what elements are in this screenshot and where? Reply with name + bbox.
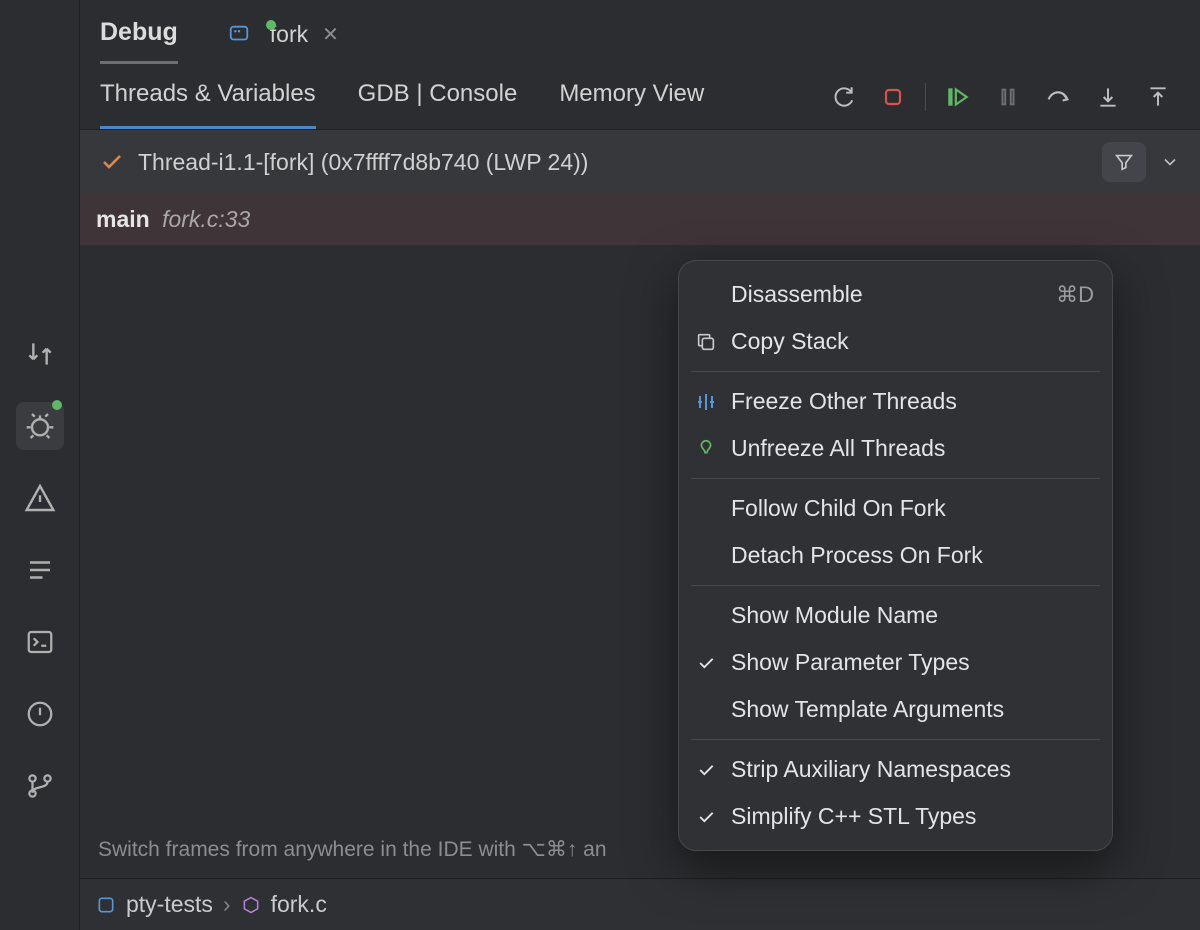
breadcrumb-separator: › <box>223 891 231 918</box>
filter-icon <box>1113 151 1135 173</box>
frame-row[interactable]: main fork.c:33 <box>80 194 1200 245</box>
unfreeze-icon <box>693 436 719 462</box>
breadcrumb-file[interactable]: fork.c <box>271 891 327 918</box>
menu-item-label: Follow Child On Fork <box>731 495 946 522</box>
sidebar-warning-icon[interactable] <box>16 474 64 522</box>
menu-item-label: Simplify C++ STL Types <box>731 803 976 830</box>
menu-item-strip-auxiliary-namespaces[interactable]: Strip Auxiliary Namespaces <box>679 746 1112 793</box>
menu-item-label: Strip Auxiliary Namespaces <box>731 756 1011 783</box>
menu-item-simplify-c-stl-types[interactable]: Simplify C++ STL Types <box>679 793 1112 840</box>
step-into-button[interactable] <box>1090 79 1126 115</box>
menu-item-disassemble[interactable]: Disassemble ⌘D <box>679 271 1112 318</box>
active-indicator-dot <box>52 400 62 410</box>
menu-item-label: Copy Stack <box>731 328 849 355</box>
breadcrumb-project[interactable]: pty-tests <box>126 891 213 918</box>
sidebar-terminal-icon[interactable] <box>16 618 64 666</box>
resume-button[interactable] <box>940 79 976 115</box>
rerun-button[interactable] <box>825 79 861 115</box>
pause-button[interactable] <box>990 79 1026 115</box>
stop-button[interactable] <box>875 79 911 115</box>
chevron-down-icon[interactable] <box>1160 152 1180 172</box>
hint-text: Switch frames from anywhere in the IDE w… <box>98 837 607 862</box>
menu-item-label: Disassemble <box>731 281 863 308</box>
close-icon[interactable]: ✕ <box>322 22 339 47</box>
filter-button[interactable] <box>1102 142 1146 182</box>
sidebar-swap-icon[interactable] <box>16 330 64 378</box>
menu-item-label: Show Module Name <box>731 602 938 629</box>
tab-memory-view[interactable]: Memory View <box>559 64 704 129</box>
menu-item-label: Show Template Arguments <box>731 696 1004 723</box>
file-modified-dot <box>266 20 276 30</box>
file-icon <box>228 23 250 45</box>
menu-separator <box>691 585 1100 586</box>
title-row: Debug fork ✕ <box>80 0 1200 64</box>
menu-item-label: Detach Process On Fork <box>731 542 983 569</box>
tab-gdb-console[interactable]: GDB | Console <box>358 64 518 129</box>
checkmark-icon <box>693 757 719 783</box>
tool-window-sidebar <box>0 0 80 930</box>
c-file-icon <box>241 895 261 915</box>
debug-toolbar <box>825 79 1180 115</box>
menu-item-label: Unfreeze All Threads <box>731 435 945 462</box>
frame-location: fork.c:33 <box>162 206 250 232</box>
menu-item-show-parameter-types[interactable]: Show Parameter Types <box>679 639 1112 686</box>
menu-separator <box>691 478 1100 479</box>
thread-label: Thread-i1.1-[fork] (0x7ffff7d8b740 (LWP … <box>138 149 588 176</box>
sidebar-git-icon[interactable] <box>16 762 64 810</box>
menu-separator <box>691 739 1100 740</box>
freeze-icon <box>693 389 719 415</box>
tab-threads-variables[interactable]: Threads & Variables <box>100 64 316 129</box>
menu-item-freeze-other-threads[interactable]: Freeze Other Threads <box>679 378 1112 425</box>
checkmark-icon <box>693 650 719 676</box>
copy-icon <box>693 329 719 355</box>
menu-item-copy-stack[interactable]: Copy Stack <box>679 318 1112 365</box>
frame-function: main <box>96 206 150 232</box>
menu-item-unfreeze-all-threads[interactable]: Unfreeze All Threads <box>679 425 1112 472</box>
project-icon <box>96 895 116 915</box>
thread-row[interactable]: Thread-i1.1-[fork] (0x7ffff7d8b740 (LWP … <box>80 130 1200 194</box>
tool-window-title: Debug <box>100 10 178 64</box>
step-over-button[interactable] <box>1040 79 1076 115</box>
sidebar-lines-icon[interactable] <box>16 546 64 594</box>
breadcrumb-bar: pty-tests › fork.c <box>80 878 1200 930</box>
sidebar-debug-icon[interactable] <box>16 402 64 450</box>
menu-separator <box>691 371 1100 372</box>
sidebar-problems-icon[interactable] <box>16 690 64 738</box>
toolbar-divider <box>925 83 926 111</box>
debug-panel-tabs: Threads & Variables GDB | Console Memory… <box>80 64 1200 130</box>
file-tab-fork[interactable]: fork ✕ <box>228 13 339 62</box>
menu-item-follow-child-on-fork[interactable]: Follow Child On Fork <box>679 485 1112 532</box>
checkmark-icon <box>693 804 719 830</box>
menu-item-show-module-name[interactable]: Show Module Name <box>679 592 1112 639</box>
menu-item-label: Freeze Other Threads <box>731 388 957 415</box>
checkmark-icon <box>100 150 124 174</box>
menu-item-label: Show Parameter Types <box>731 649 970 676</box>
menu-shortcut: ⌘D <box>1056 282 1094 308</box>
menu-item-show-template-arguments[interactable]: Show Template Arguments <box>679 686 1112 733</box>
menu-item-detach-process-on-fork[interactable]: Detach Process On Fork <box>679 532 1112 579</box>
context-menu: Disassemble ⌘D Copy Stack Freeze Other Thre… <box>678 260 1113 851</box>
step-out-button[interactable] <box>1140 79 1176 115</box>
